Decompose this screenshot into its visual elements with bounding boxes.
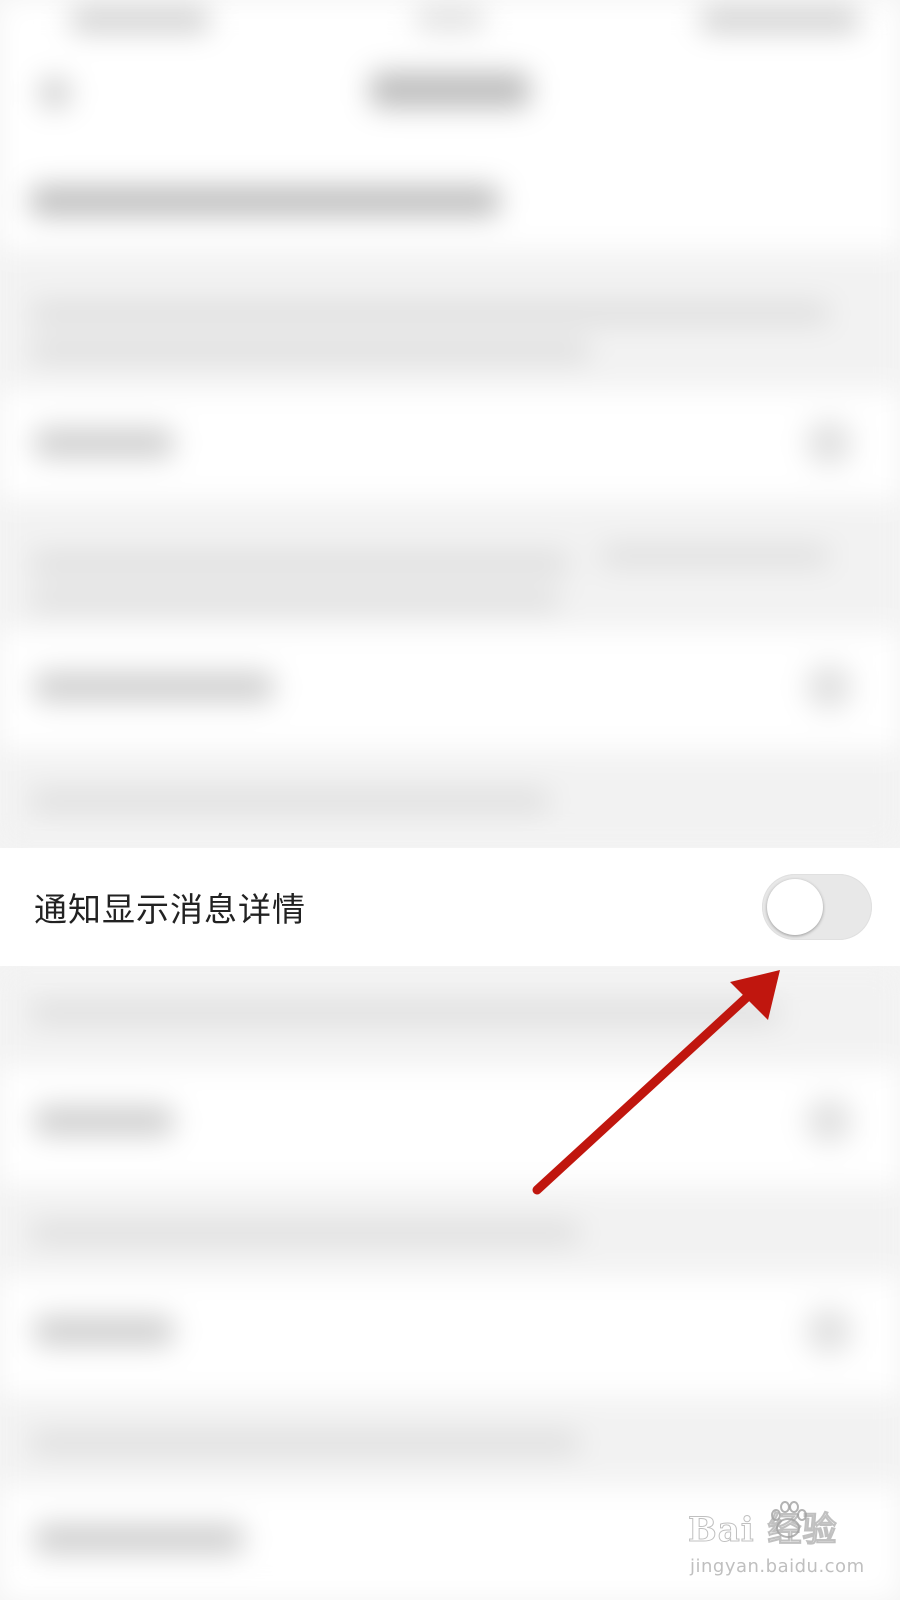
hint-line bbox=[30, 1002, 780, 1024]
description-line bbox=[30, 302, 830, 324]
setting-row-label bbox=[34, 1524, 244, 1554]
hint-line bbox=[600, 546, 830, 566]
setting-row-label bbox=[34, 428, 174, 458]
notification-detail-setting-row[interactable]: 通知显示消息详情 bbox=[0, 848, 900, 966]
hint-line bbox=[30, 1222, 580, 1244]
setting-row-toggle[interactable] bbox=[806, 664, 852, 710]
status-center bbox=[415, 8, 485, 30]
setting-row-label bbox=[34, 1106, 174, 1136]
setting-row-label bbox=[34, 672, 274, 702]
description-line bbox=[30, 340, 590, 362]
hint-line bbox=[30, 790, 550, 812]
page-title bbox=[370, 72, 530, 108]
toggle-knob[interactable] bbox=[767, 879, 823, 935]
paw-icon bbox=[771, 1501, 807, 1538]
notification-detail-label: 通知显示消息详情 bbox=[34, 890, 306, 929]
status-time bbox=[70, 8, 210, 32]
setting-row-toggle[interactable] bbox=[806, 420, 852, 466]
baidu-jingyan-watermark: Bai 经验 jingyan.baidu.com bbox=[688, 1498, 888, 1588]
hint-line bbox=[30, 552, 570, 574]
setting-row-label bbox=[34, 1316, 174, 1346]
notification-detail-toggle[interactable] bbox=[762, 874, 872, 940]
hint-line bbox=[30, 1432, 580, 1454]
back-icon[interactable] bbox=[40, 78, 70, 108]
blurred-background bbox=[0, 0, 900, 1600]
hint-line bbox=[30, 590, 560, 610]
watermark-brand: Bai 经验 bbox=[688, 1510, 838, 1551]
setting-row-toggle[interactable] bbox=[806, 1098, 852, 1144]
status-icons bbox=[700, 8, 860, 32]
watermark-url: jingyan.baidu.com bbox=[690, 1556, 865, 1577]
setting-row-toggle[interactable] bbox=[806, 1308, 852, 1354]
section-title bbox=[30, 186, 500, 216]
